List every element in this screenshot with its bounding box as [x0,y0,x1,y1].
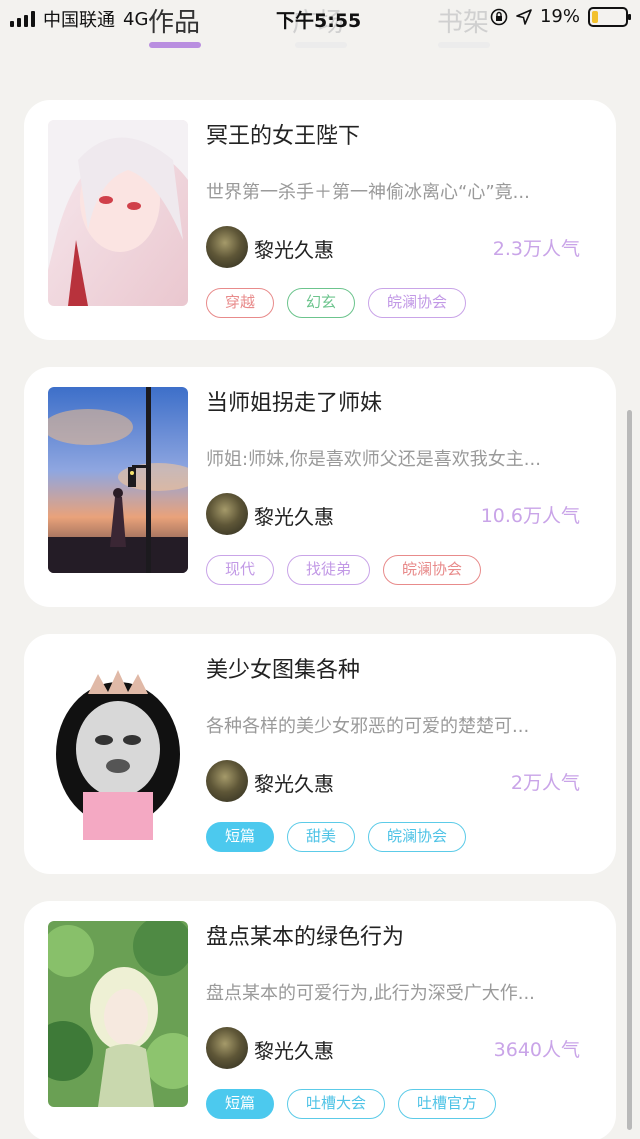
work-cover-image [48,387,188,573]
work-card[interactable]: 冥王的女王陛下 世界第一杀手＋第一神偷冰离心“心”竟... 黎光久惠 2.3万人… [24,100,616,340]
status-bar: 中国联通 4G 下午5:55 19% [0,0,640,60]
work-card[interactable]: 当师姐拐走了师妹 师姐:师妹,你是喜欢师父还是喜欢我女主... 黎光久惠 10.… [24,367,616,607]
author-avatar[interactable] [206,493,248,535]
author-name: 黎光久惠 [254,505,334,529]
work-description: 师姐:师妹,你是喜欢师父还是喜欢我女主... [206,449,541,470]
tag-chip[interactable]: 现代 [206,555,275,585]
popularity-count: 3640人气 [493,1039,580,1061]
status-left: 中国联通 4G [10,6,148,32]
work-description: 各种各样的美少女邪恶的可爱的楚楚可... [206,716,530,737]
location-arrow-icon [516,8,532,25]
orientation-lock-icon [490,8,508,25]
status-right: 19% [490,6,631,27]
tag-chip[interactable]: 甜美 [287,822,356,852]
popularity-count: 10.6万人气 [480,505,580,527]
works-list: 冥王的女王陛下 世界第一杀手＋第一神偷冰离心“心”竟... 黎光久惠 2.3万人… [24,100,616,1139]
tag-chip[interactable]: 短篇 [206,822,275,852]
tag-chip[interactable]: 皖澜协会 [368,822,467,852]
tag-chip[interactable]: 吐槽官方 [398,1089,497,1119]
author-name: 黎光久惠 [254,238,334,262]
author-avatar[interactable] [206,226,248,268]
work-title: 盘点某本的绿色行为 [206,925,405,950]
battery-icon [588,6,631,27]
tag-chip[interactable]: 短篇 [206,1089,275,1119]
tag-chip[interactable]: 皖澜协会 [368,288,467,318]
work-title: 当师姐拐走了师妹 [206,391,383,416]
tag-chip[interactable]: 幻玄 [287,288,356,318]
battery-percent: 19% [539,6,580,27]
tag-list: 穿越 幻玄 皖澜协会 [206,288,467,318]
tag-list: 短篇 甜美 皖澜协会 [206,822,467,852]
network-type: 4G [123,8,149,30]
work-cover-image [48,921,188,1107]
tag-chip[interactable]: 穿越 [206,288,275,318]
signal-icon [10,11,35,27]
popularity-count: 2.3万人气 [492,238,580,260]
work-title: 冥王的女王陛下 [206,124,361,149]
popularity-count: 2万人气 [510,772,580,794]
work-card[interactable]: 美少女图集各种 各种各样的美少女邪恶的可爱的楚楚可... 黎光久惠 2万人气 短… [24,634,616,874]
author-avatar[interactable] [206,1027,248,1069]
tag-chip[interactable]: 吐槽大会 [287,1089,386,1119]
tag-list: 现代 找徒弟 皖澜协会 [206,555,482,585]
work-description: 世界第一杀手＋第一神偷冰离心“心”竟... [206,182,530,203]
work-card[interactable]: 盘点某本的绿色行为 盘点某本的可爱行为,此行为深受广大作... 黎光久惠 364… [24,901,616,1139]
scrollbar[interactable] [627,410,632,1130]
work-cover-image [48,654,188,840]
author-name: 黎光久惠 [254,772,334,796]
work-cover-image [48,120,188,306]
work-title: 美少女图集各种 [206,658,361,683]
carrier-name: 中国联通 [43,10,115,31]
work-description: 盘点某本的可爱行为,此行为深受广大作... [206,983,535,1004]
author-avatar[interactable] [206,760,248,802]
tag-chip[interactable]: 找徒弟 [287,555,371,585]
status-time: 下午5:55 [276,10,362,32]
tag-list: 短篇 吐槽大会 吐槽官方 [206,1089,497,1119]
author-name: 黎光久惠 [254,1039,334,1063]
tag-chip[interactable]: 皖澜协会 [383,555,482,585]
